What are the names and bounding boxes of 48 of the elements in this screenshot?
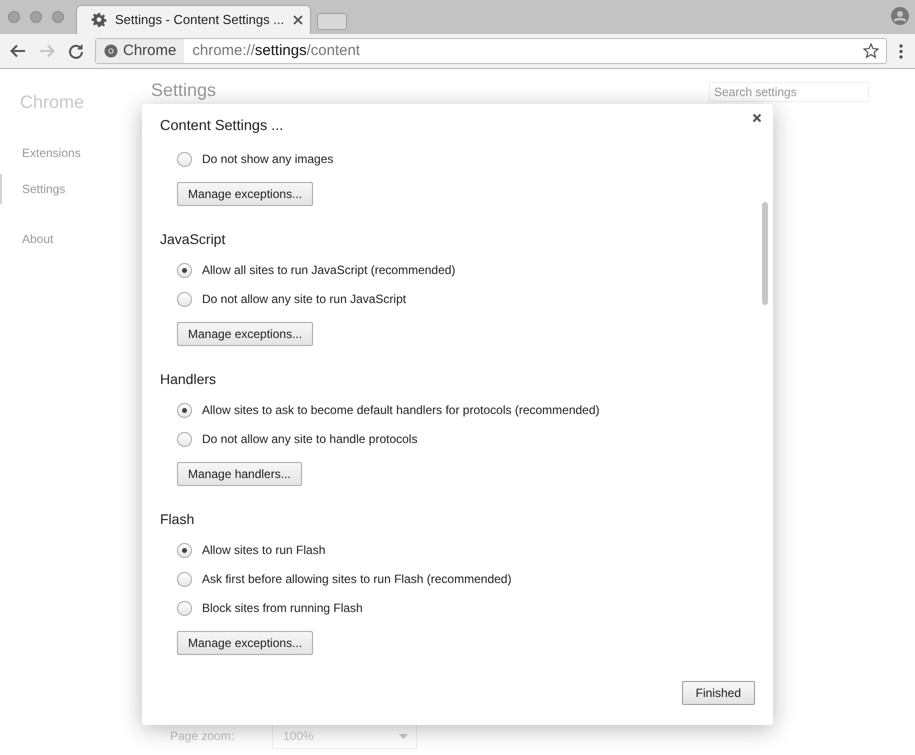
option-label: Do not allow any site to run JavaScript [202, 291, 406, 308]
section-heading: Handlers [160, 370, 218, 387]
window-control-button[interactable] [8, 11, 20, 23]
option-label: Do not allow any site to handle protocols [202, 431, 418, 448]
radio-button[interactable] [177, 152, 192, 167]
address-bar[interactable]: Chrome chrome://settings/content [95, 38, 887, 64]
page-heading: Settings [151, 81, 216, 102]
chrome-logo-icon [104, 44, 118, 58]
new-tab-button[interactable] [317, 13, 347, 30]
manage-button[interactable]: Manage handlers... [177, 462, 302, 486]
radio-button[interactable] [177, 600, 192, 616]
menu-icon[interactable] [899, 44, 903, 58]
scrollbar-thumb[interactable] [762, 202, 768, 305]
manage-button[interactable]: Manage exceptions... [177, 630, 314, 655]
bookmark-star-icon[interactable] [863, 43, 879, 59]
finished-button[interactable]: Finished [682, 681, 755, 705]
section-heading: Flash [160, 510, 196, 527]
radio-button[interactable] [177, 572, 192, 587]
back-arrow-icon[interactable] [8, 42, 26, 60]
search-field[interactable]: Search settings [709, 82, 869, 102]
option-label: Allow all sites to run JavaScript (recommended) [202, 262, 456, 280]
radio-button[interactable] [177, 542, 192, 558]
manage-button[interactable]: Manage exceptions... [177, 322, 314, 346]
radio-button[interactable] [177, 402, 192, 418]
profile-icon[interactable] [891, 7, 909, 25]
chip-label: Chrome [123, 40, 176, 61]
radio-button[interactable] [177, 262, 192, 278]
option-label: Ask first before allowing sites to run Flash (recommended) [202, 571, 512, 588]
window-control-button[interactable] [52, 11, 64, 23]
page-zoom-label: Page zoom: [170, 728, 236, 745]
radio-button[interactable] [177, 432, 192, 447]
section-heading: JavaScript [160, 230, 226, 247]
radio-button[interactable] [177, 292, 192, 307]
dropdown-caret-icon [399, 734, 408, 738]
tab-title: Settings - Content Settings ... [115, 11, 284, 30]
option-label: Allow sites to ask to become default handlers for protocols (recommended) [202, 402, 600, 420]
window-control-button[interactable] [30, 11, 42, 23]
url-text: chrome://settings/content [191, 40, 360, 61]
option-label: Block sites from running Flash [202, 600, 363, 618]
option-label: Allow sites to run Flash [202, 542, 326, 560]
manage-button[interactable]: Manage exceptions... [177, 182, 314, 206]
dialog-title: Content Settings ... [160, 117, 284, 136]
browser-tab[interactable]: Settings - Content Settings ... [76, 5, 311, 34]
close-icon[interactable] [752, 113, 762, 123]
option-label: Do not show any images [202, 151, 334, 168]
close-icon[interactable] [292, 14, 304, 26]
gear-icon [91, 12, 107, 28]
reload-icon[interactable] [66, 42, 84, 60]
